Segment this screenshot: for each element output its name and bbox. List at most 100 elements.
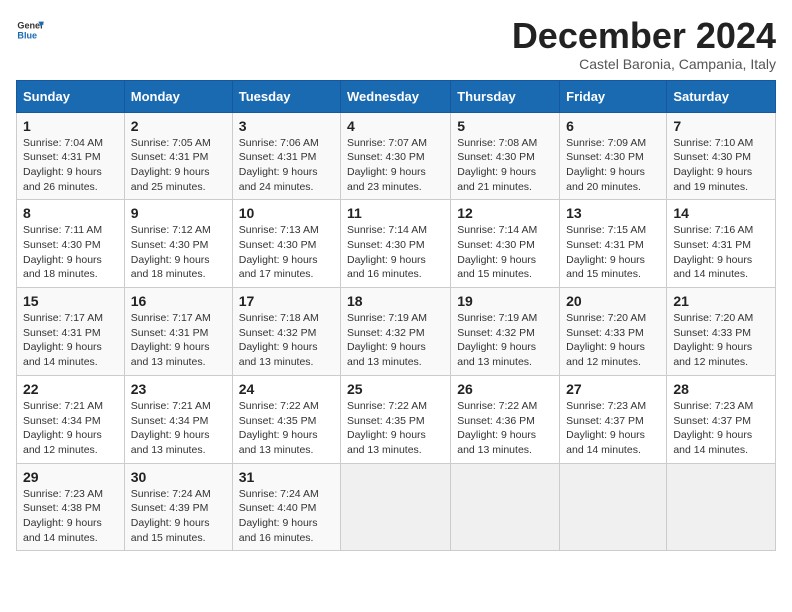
- day-number: 16: [131, 293, 226, 309]
- day-number: 26: [457, 381, 553, 397]
- calendar-week-2: 8 Sunrise: 7:11 AM Sunset: 4:30 PM Daylig…: [17, 200, 776, 288]
- calendar-cell: 29Sunrise: 7:23 AM Sunset: 4:38 PM Dayli…: [17, 463, 125, 551]
- day-info: Sunrise: 7:14 AM Sunset: 4:30 PM Dayligh…: [347, 223, 444, 282]
- calendar-cell: 12 Sunrise: 7:14 AM Sunset: 4:30 PM Dayli…: [451, 200, 560, 288]
- day-number: 22: [23, 381, 118, 397]
- day-number: 2: [131, 118, 226, 134]
- calendar-cell: 9 Sunrise: 7:12 AM Sunset: 4:30 PM Daylig…: [124, 200, 232, 288]
- day-info: Sunrise: 7:14 AM Sunset: 4:30 PM Dayligh…: [457, 223, 553, 282]
- day-number: 9: [131, 205, 226, 221]
- day-info: Sunrise: 7:23 AM Sunset: 4:37 PM Dayligh…: [566, 399, 660, 458]
- day-info: Sunrise: 7:20 AM Sunset: 4:33 PM Dayligh…: [566, 311, 660, 370]
- calendar-cell: 13 Sunrise: 7:15 AM Sunset: 4:31 PM Dayli…: [560, 200, 667, 288]
- page-subtitle: Castel Baronia, Campania, Italy: [512, 56, 776, 72]
- calendar-cell: 6Sunrise: 7:09 AM Sunset: 4:30 PM Daylig…: [560, 112, 667, 200]
- calendar-cell: [667, 463, 776, 551]
- calendar-cell: 2 Sunrise: 7:05 AM Sunset: 4:31 PM Daylig…: [124, 112, 232, 200]
- calendar-cell: 1 Sunrise: 7:04 AM Sunset: 4:31 PM Daylig…: [17, 112, 125, 200]
- calendar-cell: 26 Sunrise: 7:22 AM Sunset: 4:36 PM Dayli…: [451, 375, 560, 463]
- calendar-table: SundayMondayTuesdayWednesdayThursdayFrid…: [16, 80, 776, 552]
- day-info: Sunrise: 7:07 AM Sunset: 4:30 PM Dayligh…: [347, 136, 444, 195]
- day-info: Sunrise: 7:17 AM Sunset: 4:31 PM Dayligh…: [131, 311, 226, 370]
- day-number: 23: [131, 381, 226, 397]
- day-info: Sunrise: 7:21 AM Sunset: 4:34 PM Dayligh…: [131, 399, 226, 458]
- calendar-cell: 20 Sunrise: 7:20 AM Sunset: 4:33 PM Dayli…: [560, 288, 667, 376]
- day-info: Sunrise: 7:21 AM Sunset: 4:34 PM Dayligh…: [23, 399, 118, 458]
- day-number: 12: [457, 205, 553, 221]
- day-number: 20: [566, 293, 660, 309]
- calendar-week-1: 1 Sunrise: 7:04 AM Sunset: 4:31 PM Daylig…: [17, 112, 776, 200]
- day-info: Sunrise: 7:18 AM Sunset: 4:32 PM Dayligh…: [239, 311, 334, 370]
- day-info: Sunrise: 7:11 AM Sunset: 4:30 PM Dayligh…: [23, 223, 118, 282]
- calendar-cell: 17Sunrise: 7:18 AM Sunset: 4:32 PM Dayli…: [232, 288, 340, 376]
- calendar-week-4: 22 Sunrise: 7:21 AM Sunset: 4:34 PM Dayli…: [17, 375, 776, 463]
- day-info: Sunrise: 7:04 AM Sunset: 4:31 PM Dayligh…: [23, 136, 118, 195]
- day-info: Sunrise: 7:24 AM Sunset: 4:39 PM Dayligh…: [131, 487, 226, 546]
- day-number: 24: [239, 381, 334, 397]
- day-info: Sunrise: 7:05 AM Sunset: 4:31 PM Dayligh…: [131, 136, 226, 195]
- day-number: 25: [347, 381, 444, 397]
- calendar-week-3: 15 Sunrise: 7:17 AM Sunset: 4:31 PM Dayli…: [17, 288, 776, 376]
- day-number: 8: [23, 205, 118, 221]
- calendar-cell: 31 Sunrise: 7:24 AM Sunset: 4:40 PM Dayli…: [232, 463, 340, 551]
- logo-icon: General Blue: [16, 16, 44, 44]
- calendar-cell: 18Sunrise: 7:19 AM Sunset: 4:32 PM Dayli…: [341, 288, 451, 376]
- calendar-header-row: SundayMondayTuesdayWednesdayThursdayFrid…: [17, 80, 776, 112]
- day-info: Sunrise: 7:17 AM Sunset: 4:31 PM Dayligh…: [23, 311, 118, 370]
- calendar-cell: 10 Sunrise: 7:13 AM Sunset: 4:30 PM Dayli…: [232, 200, 340, 288]
- day-info: Sunrise: 7:22 AM Sunset: 4:36 PM Dayligh…: [457, 399, 553, 458]
- header-tuesday: Tuesday: [232, 80, 340, 112]
- day-info: Sunrise: 7:22 AM Sunset: 4:35 PM Dayligh…: [239, 399, 334, 458]
- day-number: 13: [566, 205, 660, 221]
- header-thursday: Thursday: [451, 80, 560, 112]
- day-info: Sunrise: 7:12 AM Sunset: 4:30 PM Dayligh…: [131, 223, 226, 282]
- day-number: 4: [347, 118, 444, 134]
- calendar-cell: 22 Sunrise: 7:21 AM Sunset: 4:34 PM Dayli…: [17, 375, 125, 463]
- day-number: 18: [347, 293, 444, 309]
- title-area: December 2024 Castel Baronia, Campania, …: [512, 16, 776, 72]
- day-number: 19: [457, 293, 553, 309]
- day-info: Sunrise: 7:23 AM Sunset: 4:37 PM Dayligh…: [673, 399, 769, 458]
- calendar-cell: 7Sunrise: 7:10 AM Sunset: 4:30 PM Daylig…: [667, 112, 776, 200]
- calendar-cell: 27 Sunrise: 7:23 AM Sunset: 4:37 PM Dayli…: [560, 375, 667, 463]
- calendar-cell: 5 Sunrise: 7:08 AM Sunset: 4:30 PM Daylig…: [451, 112, 560, 200]
- day-info: Sunrise: 7:20 AM Sunset: 4:33 PM Dayligh…: [673, 311, 769, 370]
- calendar-cell: 28 Sunrise: 7:23 AM Sunset: 4:37 PM Dayli…: [667, 375, 776, 463]
- svg-text:Blue: Blue: [17, 30, 37, 40]
- calendar-body: 1 Sunrise: 7:04 AM Sunset: 4:31 PM Daylig…: [17, 112, 776, 551]
- day-number: 31: [239, 469, 334, 485]
- day-info: Sunrise: 7:06 AM Sunset: 4:31 PM Dayligh…: [239, 136, 334, 195]
- day-number: 7: [673, 118, 769, 134]
- day-number: 1: [23, 118, 118, 134]
- calendar-cell: 19Sunrise: 7:19 AM Sunset: 4:32 PM Dayli…: [451, 288, 560, 376]
- day-number: 14: [673, 205, 769, 221]
- calendar-cell: 30 Sunrise: 7:24 AM Sunset: 4:39 PM Dayli…: [124, 463, 232, 551]
- day-number: 27: [566, 381, 660, 397]
- header-saturday: Saturday: [667, 80, 776, 112]
- day-info: Sunrise: 7:08 AM Sunset: 4:30 PM Dayligh…: [457, 136, 553, 195]
- calendar-cell: 14Sunrise: 7:16 AM Sunset: 4:31 PM Dayli…: [667, 200, 776, 288]
- header-friday: Friday: [560, 80, 667, 112]
- calendar-cell: 4 Sunrise: 7:07 AM Sunset: 4:30 PM Daylig…: [341, 112, 451, 200]
- day-number: 30: [131, 469, 226, 485]
- day-number: 21: [673, 293, 769, 309]
- page-header: General Blue December 2024 Castel Baroni…: [16, 16, 776, 72]
- day-info: Sunrise: 7:24 AM Sunset: 4:40 PM Dayligh…: [239, 487, 334, 546]
- calendar-cell: 25 Sunrise: 7:22 AM Sunset: 4:35 PM Dayli…: [341, 375, 451, 463]
- day-info: Sunrise: 7:09 AM Sunset: 4:30 PM Dayligh…: [566, 136, 660, 195]
- calendar-cell: 11Sunrise: 7:14 AM Sunset: 4:30 PM Dayli…: [341, 200, 451, 288]
- logo: General Blue: [16, 16, 44, 44]
- day-number: 15: [23, 293, 118, 309]
- day-number: 10: [239, 205, 334, 221]
- header-sunday: Sunday: [17, 80, 125, 112]
- header-monday: Monday: [124, 80, 232, 112]
- calendar-cell: 3Sunrise: 7:06 AM Sunset: 4:31 PM Daylig…: [232, 112, 340, 200]
- calendar-week-5: 29Sunrise: 7:23 AM Sunset: 4:38 PM Dayli…: [17, 463, 776, 551]
- day-info: Sunrise: 7:13 AM Sunset: 4:30 PM Dayligh…: [239, 223, 334, 282]
- day-number: 5: [457, 118, 553, 134]
- calendar-cell: [451, 463, 560, 551]
- calendar-cell: 24 Sunrise: 7:22 AM Sunset: 4:35 PM Dayli…: [232, 375, 340, 463]
- day-info: Sunrise: 7:15 AM Sunset: 4:31 PM Dayligh…: [566, 223, 660, 282]
- day-number: 28: [673, 381, 769, 397]
- day-info: Sunrise: 7:22 AM Sunset: 4:35 PM Dayligh…: [347, 399, 444, 458]
